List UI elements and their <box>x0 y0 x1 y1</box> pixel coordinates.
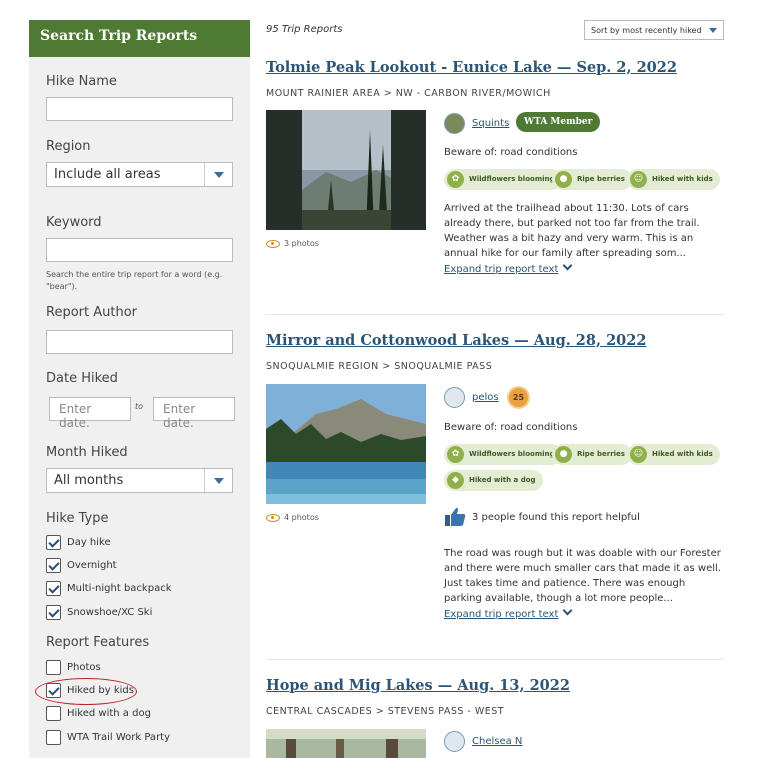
thumbs-up-icon <box>445 507 466 526</box>
hiker-avatar-icon <box>444 731 465 752</box>
dog-icon: ◆ <box>447 472 464 489</box>
author-input[interactable] <box>46 330 233 354</box>
beware-text: Beware of: road conditions <box>444 147 578 158</box>
expand-report-link[interactable]: Expand trip report text <box>444 264 571 275</box>
month-select[interactable]: All months <box>46 468 233 493</box>
divider <box>266 314 724 315</box>
lake-photo <box>266 384 426 504</box>
report-title[interactable]: Mirror and Cottonwood Lakes — Aug. 28, 2… <box>266 332 646 349</box>
medal-icon: 25 <box>507 386 530 409</box>
tag-berries: ● Ripe berries <box>552 444 632 465</box>
checkbox[interactable] <box>46 581 61 596</box>
region-label: Region <box>46 139 91 154</box>
forest-photo <box>266 110 426 230</box>
forest-photo <box>266 729 426 758</box>
highlight-circle <box>35 678 137 705</box>
region-select-value: Include all areas <box>54 167 161 182</box>
report-photo[interactable] <box>266 729 426 758</box>
berry-icon: ● <box>555 171 572 188</box>
sidebar-title: Search Trip Reports <box>29 20 250 57</box>
checkbox[interactable] <box>46 535 61 550</box>
results-panel: 95 Trip Reports Sort by most recently hi… <box>266 0 724 758</box>
report-title[interactable]: Tolmie Peak Lookout - Eunice Lake — Sep.… <box>266 59 677 76</box>
tag-kids: ☺ Hiked with kids <box>627 169 720 190</box>
report-region: CENTRAL CASCADES > STEVENS PASS - WEST <box>266 706 505 717</box>
flower-icon: ✿ <box>447 171 464 188</box>
report-excerpt: Arrived at the trailhead about 11:30. Lo… <box>444 203 700 259</box>
report-region: SNOQUALMIE REGION > SNOQUALMIE PASS <box>266 361 493 372</box>
keyword-help: Search the entire trip report for a word… <box>46 270 223 291</box>
tag-kids: ☺ Hiked with kids <box>627 444 720 465</box>
hike-name-label: Hike Name <box>46 74 117 89</box>
beware-text: Beware of: road conditions <box>444 422 578 433</box>
report-count: 95 Trip Reports <box>266 24 343 35</box>
kids-icon: ☺ <box>630 446 647 463</box>
chevron-down-icon <box>204 163 232 186</box>
tag-wildflowers: ✿ Wildflowers blooming <box>444 169 562 190</box>
checkbox[interactable] <box>46 706 61 721</box>
report-photo[interactable] <box>266 110 426 230</box>
keyword-label: Keyword <box>46 215 102 230</box>
author-link[interactable]: pelos <box>472 392 499 403</box>
checkbox[interactable] <box>46 730 61 745</box>
berry-icon: ● <box>555 446 572 463</box>
report-features-label: Report Features <box>46 635 150 650</box>
date-to-label: to <box>135 402 144 411</box>
date-hiked-label: Date Hiked <box>46 371 118 386</box>
checkbox[interactable] <box>46 605 61 620</box>
photos-link[interactable]: 3 photos <box>266 239 319 248</box>
chevron-down-icon <box>204 469 232 492</box>
expand-report-link[interactable]: Expand trip report text <box>444 609 571 620</box>
month-label: Month Hiked <box>46 445 128 460</box>
region-select[interactable]: Include all areas <box>46 162 233 187</box>
search-sidebar: Search Trip Reports Hike Name Region Inc… <box>29 20 250 758</box>
avatar <box>444 113 465 134</box>
tag-wildflowers: ✿ Wildflowers blooming <box>444 444 562 465</box>
sort-select[interactable]: Sort by most recently hiked <box>584 20 724 40</box>
author-label: Report Author <box>46 305 137 320</box>
report-excerpt: The road was rough but it was doable wit… <box>444 548 721 604</box>
report-photo[interactable] <box>266 384 426 504</box>
tag-berries: ● Ripe berries <box>552 169 632 190</box>
eye-icon <box>266 239 280 248</box>
report-title[interactable]: Hope and Mig Lakes — Aug. 13, 2022 <box>266 677 570 694</box>
month-select-value: All months <box>54 473 124 488</box>
report-region: MOUNT RAINIER AREA > NW - CARBON RIVER/M… <box>266 88 551 99</box>
eye-icon <box>266 513 280 522</box>
checkbox[interactable] <box>46 660 61 675</box>
hike-type-label: Hike Type <box>46 511 109 526</box>
flower-icon: ✿ <box>447 446 464 463</box>
date-from-input[interactable]: Enter date. <box>49 397 131 430</box>
hike-name-input[interactable] <box>46 97 233 121</box>
date-to-input[interactable]: Enter date. <box>153 397 235 430</box>
tag-dog: ◆ Hiked with a dog <box>444 470 543 491</box>
divider <box>266 659 724 660</box>
checkbox[interactable] <box>46 558 61 573</box>
photos-link[interactable]: 4 photos <box>266 513 319 522</box>
wta-member-badge: WTA Member <box>516 112 601 132</box>
author-link[interactable]: Chelsea N <box>472 736 522 747</box>
author-link[interactable]: Squints <box>472 118 509 129</box>
hiker-avatar-icon <box>444 387 465 408</box>
kids-icon: ☺ <box>630 171 647 188</box>
keyword-input[interactable] <box>46 238 233 262</box>
